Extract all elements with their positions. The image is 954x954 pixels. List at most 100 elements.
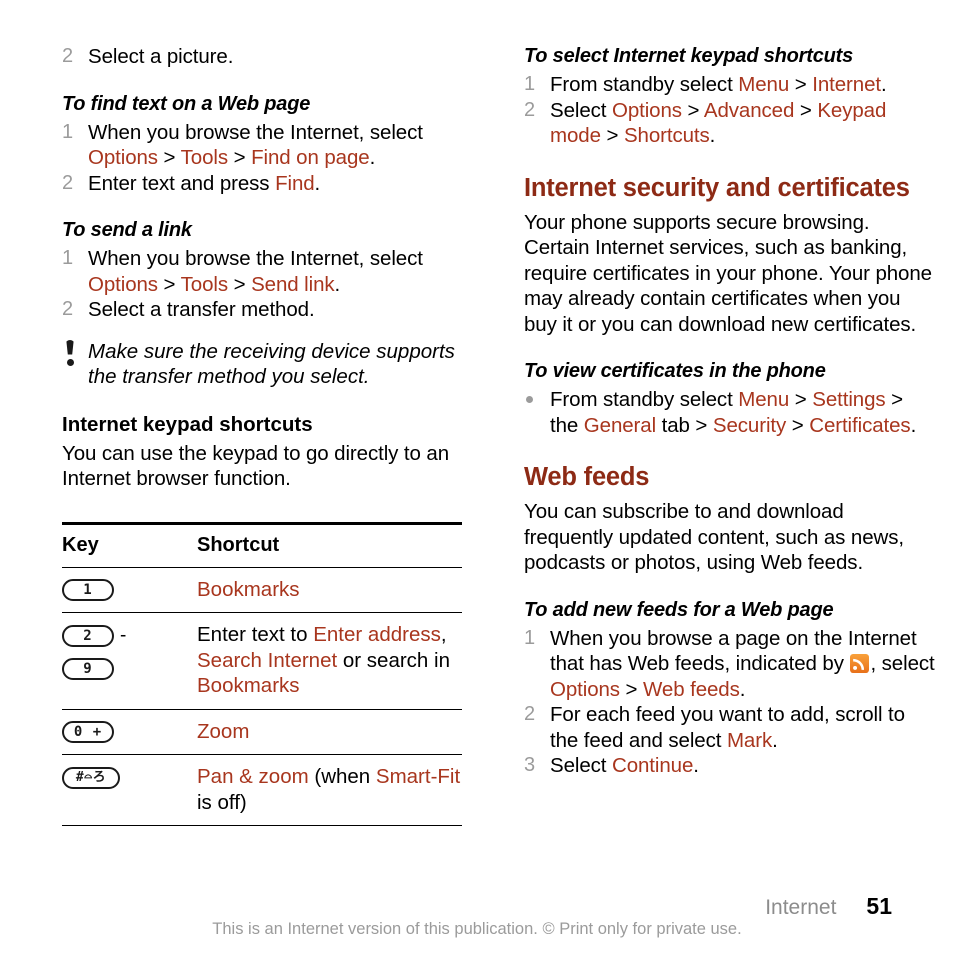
step-tail: . [880,73,887,96]
table-body: 1 Bookmarks 2- 9 Enter text to Enter add… [62,567,462,826]
table-row: 1 Bookmarks [62,567,462,613]
shortcut-cell: Zoom [197,709,462,755]
step-lead: Select [550,754,612,777]
step-tail: . [772,728,778,752]
ui-path-web-feeds: Web feeds [643,677,740,701]
footer-section-name: Internet [765,896,837,919]
step-marker: 2 [62,45,74,67]
list-item: 1 When you browse the Internet, select Op… [62,120,474,171]
shortcut-text: , [440,623,447,646]
table-header-row: Key Shortcut [62,523,462,567]
procedure-heading-select-shortcuts: To select Internet keypad shortcuts [524,45,854,67]
exclamation-tip-icon [64,339,76,366]
tip-note: Make sure the receiving device supports … [62,339,474,390]
keypad-shortcuts-body: You can use the keypad to go directly to… [62,441,449,491]
step-text: Select a picture. [88,45,234,68]
phone-key-range-start: 2- [62,622,197,648]
step-marker: 1 [524,626,536,649]
procedure-heading-send-link: To send a link [62,219,192,241]
step-marker: 2 [62,171,74,194]
shortcut-bookmarks: Bookmarks [197,674,300,697]
steps-select-shortcuts: 1 From standby select Menu > Internet. 2S… [524,72,936,149]
shortcut-enter-address: Enter address [313,623,441,646]
step-text: , select [870,652,935,675]
key-cell: 2- 9 [62,613,197,710]
procedure-heading-add-feeds: To add new feeds for a Web page [524,598,834,621]
step-tail: . [369,146,376,169]
step-lead: Select a transfer method. [88,298,315,321]
path-separator: > [157,146,181,169]
step-tail: . [739,677,746,701]
step-tail: . [314,171,321,195]
list-item: 2 Select Options > Advanced > Keypad mode… [524,98,936,149]
ui-path-options: Options [611,98,682,122]
ui-path-settings: Settings [812,388,886,411]
steps-send-link: 1 When you browse the Internet, select Op… [62,246,474,323]
key-cell: 1 [62,567,197,613]
internet-security-body: Your phone supports secure browsing. Cer… [524,210,932,336]
step-lead: Select [550,98,612,122]
step-lead: When you browse the Internet, select [88,120,423,144]
shortcut-bookmarks: Bookmarks [197,577,300,601]
path-separator: > [794,98,818,122]
left-column: 2 Select a picture. To find text on a We… [62,44,474,826]
shortcut-text: is off) [197,790,247,814]
ui-path-advanced: Advanced [703,98,795,122]
path-separator: > [619,677,644,701]
ui-path-tools: Tools [180,272,229,296]
column-header-shortcut: Shortcut [197,533,280,556]
shortcut-text: Enter text to [197,623,314,646]
step-tail: . [334,272,341,296]
manual-page: 2 Select a picture. To find text on a We… [0,0,954,954]
shortcut-search-internet: Search Internet [197,648,338,672]
key-range-dash: - [120,624,127,646]
steps-view-certificates: From standby select Menu > Settings > th… [524,387,936,438]
phone-key-range-end: 9 [62,655,197,681]
ui-path-options: Options [550,677,620,701]
ui-path-internet: Internet [812,73,881,96]
shortcut-zoom: Zoom [197,719,250,743]
key-cell: #⌓ろ [62,755,197,826]
ui-path-find: Find [275,171,315,195]
path-separator: > [600,124,624,147]
phone-key-hash-icon: #⌓ろ [62,766,120,789]
step-marker: 2 [62,298,74,320]
list-item: 1 When you browse the Internet, select Op… [62,246,474,297]
path-separator: > [157,272,181,296]
ui-path-options: Options [88,272,158,296]
path-separator: > [789,388,813,411]
subheading-keypad-shortcuts: Internet keypad shortcuts [62,412,313,436]
phone-key-2-icon: 2 [62,624,114,647]
step-marker: 1 [524,73,536,95]
ui-path-security: Security [712,413,787,437]
step-marker: 2 [524,703,536,725]
list-item: From standby select Menu > Settings > th… [524,387,936,438]
list-item: 1 From standby select Menu > Internet. [524,72,936,98]
footer-legal-notice: This is an Internet version of this publ… [212,920,742,938]
ui-path-continue: Continue [611,754,694,777]
tip-note-text: Make sure the receiving device supports … [88,339,455,389]
step-lead: From standby select [550,73,739,96]
phone-key-0-plus-icon: 0 + [62,721,114,744]
ui-path-shortcuts: Shortcuts [623,124,710,147]
step-lead: When you browse the Internet, select [88,247,423,270]
column-header-key: Key [62,533,99,556]
path-separator: > [228,146,252,169]
orphan-step-list: 2 Select a picture. [62,44,474,70]
shortcut-cell: Bookmarks [197,567,462,613]
step-lead: Enter text and press [88,171,276,195]
path-separator: > [681,98,704,122]
list-item: 2 Enter text and press Find. [62,171,474,197]
right-column: To select Internet keypad shortcuts 1 Fro… [524,44,936,779]
step-marker: 2 [524,98,536,121]
ui-path-options: Options [88,146,158,169]
phone-key-range: 2- 9 [62,622,197,681]
ui-path-find-on-page: Find on page [251,146,370,169]
bullet-icon [526,396,533,403]
procedure-heading-find-text: To find text on a Web page [62,92,311,115]
shortcut-text: or search in [337,648,450,672]
steps-add-feeds: 1 When you browse a page on the Internet … [524,626,936,779]
phone-key-9-icon: 9 [62,657,114,680]
shortcut-text: (when [308,765,376,788]
list-item: 2 For each feed you want to add, scroll t… [524,702,936,753]
